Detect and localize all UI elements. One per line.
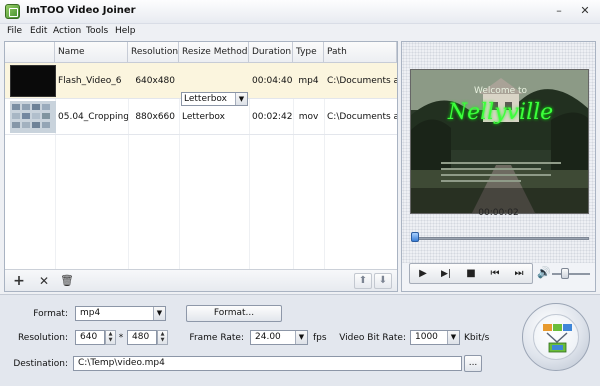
- column-header-type[interactable]: Type: [293, 42, 324, 63]
- minimize-button[interactable]: –: [552, 4, 566, 18]
- chevron-down-icon[interactable]: ▼: [153, 307, 165, 320]
- resolution-separator: *: [118, 333, 124, 343]
- column-header-resize-method[interactable]: Resize Method: [179, 42, 249, 63]
- table-row[interactable]: Flash_Video_6 640x480 Letterbox ▼ 00:04:…: [5, 63, 397, 106]
- video-bit-rate-dropdown[interactable]: 1000 ▼: [410, 330, 460, 345]
- column-header-path[interactable]: Path: [324, 42, 397, 63]
- move-up-button[interactable]: ⬆: [354, 273, 372, 289]
- frame-rate-value: 24.00: [255, 332, 281, 342]
- table-row[interactable]: 05.04_Cropping 880x660 Letterbox 00:02:4…: [5, 99, 397, 135]
- cell-duration: 00:04:40: [252, 76, 293, 86]
- join-icon: [533, 314, 579, 360]
- column-header-name[interactable]: Name: [55, 42, 128, 63]
- volume-handle[interactable]: [561, 268, 569, 279]
- video-overlay-caption: Welcome to: [473, 86, 528, 96]
- app-logo-icon: [5, 4, 20, 19]
- credit-line: [441, 162, 561, 164]
- cell-resolution: 640x480: [135, 76, 175, 86]
- format-value: mp4: [80, 308, 101, 318]
- trash-icon[interactable]: 🗑: [58, 273, 76, 289]
- cell-duration: 00:02:42: [252, 112, 293, 122]
- menu-file[interactable]: File: [7, 26, 22, 36]
- height-stepper[interactable]: ▲ ▼: [157, 330, 168, 345]
- menu-action[interactable]: Action: [53, 26, 81, 36]
- chevron-down-icon[interactable]: ▼: [447, 331, 459, 344]
- cell-resize-method: Letterbox: [182, 112, 225, 122]
- cell-type: mp4: [298, 76, 319, 86]
- width-input[interactable]: 640: [75, 330, 105, 345]
- cell-path: C:\Documents and: [327, 112, 397, 122]
- menu-edit[interactable]: Edit: [30, 26, 47, 36]
- kbits-unit: Kbit/s: [464, 333, 490, 343]
- video-bit-rate-label: Video Bit Rate:: [339, 333, 406, 343]
- volume-icon[interactable]: 🔊: [537, 266, 551, 279]
- height-input[interactable]: 480: [127, 330, 157, 345]
- video-thumbnail: [10, 101, 56, 133]
- cell-type: mov: [298, 112, 319, 122]
- credit-line: [441, 174, 551, 176]
- video-overlay-title: Nellyville: [447, 100, 554, 125]
- browse-button[interactable]: ...: [464, 355, 482, 372]
- title-bar: ImTOO Video Joiner – ✕: [0, 0, 600, 24]
- thumbnail-column-header[interactable]: [5, 42, 55, 63]
- resolution-label: Resolution:: [17, 333, 68, 343]
- stop-button[interactable]: ■: [461, 266, 481, 282]
- video-thumbnail: [10, 65, 56, 97]
- chevron-down-icon[interactable]: ▼: [295, 331, 307, 344]
- column-header-resolution[interactable]: Resolution: [128, 42, 179, 63]
- format-settings-button[interactable]: Format...: [186, 305, 282, 322]
- credit-line: [441, 180, 521, 182]
- menu-help[interactable]: Help: [115, 26, 136, 36]
- frame-rate-label: Frame Rate:: [189, 333, 244, 343]
- join-button[interactable]: [522, 303, 590, 371]
- format-dropdown[interactable]: mp4 ▼: [75, 306, 166, 321]
- cell-resolution: 880x660: [135, 112, 175, 122]
- frame-rate-dropdown[interactable]: 24.00 ▼: [250, 330, 308, 345]
- list-toolbar: + ✕ 🗑 ⬆ ⬇: [5, 269, 397, 291]
- width-stepper[interactable]: ▲ ▼: [105, 330, 116, 345]
- video-bit-rate-value: 1000: [415, 332, 438, 342]
- output-settings-panel: Format: mp4 ▼ Format... Resolution: 640 …: [0, 294, 600, 386]
- menu-tools[interactable]: Tools: [86, 26, 108, 36]
- app-window: ImTOO Video Joiner – ✕ File Edit Action …: [0, 0, 600, 386]
- preview-panel: Welcome to Nellyville 00:00:02 ▶ ▶| ■ ⏮ …: [401, 41, 596, 292]
- play-button[interactable]: ▶: [413, 266, 433, 282]
- video-preview: Welcome to Nellyville: [410, 69, 589, 214]
- next-frame-button[interactable]: ⏭: [509, 266, 529, 282]
- seek-bar[interactable]: [411, 237, 589, 240]
- cell-name: 05.04_Cropping: [58, 112, 128, 122]
- timecode-display: 00:00:02: [478, 208, 519, 218]
- destination-label: Destination:: [13, 359, 68, 369]
- playback-controls: ▶ ▶| ■ ⏮ ⏭: [409, 263, 533, 284]
- remove-file-button[interactable]: ✕: [35, 273, 53, 289]
- column-header-duration[interactable]: Duration: [249, 42, 293, 63]
- close-button[interactable]: ✕: [578, 4, 592, 18]
- window-title: ImTOO Video Joiner: [26, 5, 136, 16]
- cell-name: Flash_Video_6: [58, 76, 122, 86]
- move-down-button[interactable]: ⬇: [374, 273, 392, 289]
- play-range-button[interactable]: ▶|: [436, 266, 456, 282]
- previous-frame-button[interactable]: ⏮: [485, 266, 505, 282]
- file-list-panel: Name Resolution Resize Method Duration T…: [4, 41, 398, 292]
- seek-handle[interactable]: [410, 232, 419, 242]
- add-file-button[interactable]: +: [10, 273, 28, 289]
- join-glyph: [543, 324, 572, 353]
- fps-unit: fps: [313, 333, 327, 343]
- credit-line: [441, 168, 541, 170]
- menu-bar: File Edit Action Tools Help: [0, 24, 600, 40]
- format-label: Format:: [33, 309, 68, 319]
- cell-path: C:\Documents and: [327, 76, 397, 86]
- volume-slider[interactable]: [552, 273, 590, 275]
- destination-input[interactable]: C:\Temp\video.mp4: [73, 356, 462, 371]
